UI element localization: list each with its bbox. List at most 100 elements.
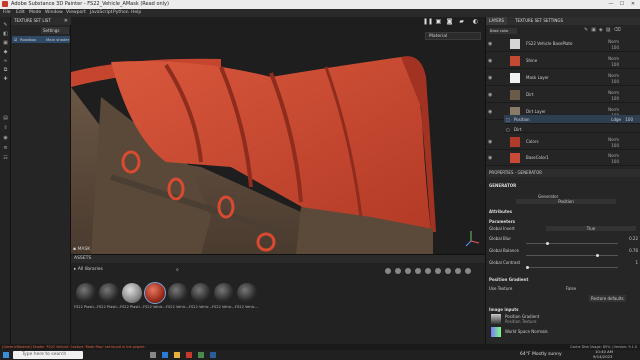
- asset-thumbnail[interactable]: [214, 283, 234, 303]
- effect-opacity[interactable]: 100: [625, 117, 633, 122]
- menu-file[interactable]: File: [3, 9, 11, 17]
- global-invert-dropdown[interactable]: True: [546, 226, 636, 231]
- tab-texture-set-settings[interactable]: TEXTURE SET SETTINGS: [512, 17, 566, 25]
- render-mode-icon[interactable]: ◐: [471, 18, 480, 25]
- layer-blend[interactable]: Norm: [608, 90, 619, 95]
- clock-date[interactable]: 9/14/2023: [593, 353, 612, 360]
- app-icon[interactable]: [210, 352, 216, 358]
- filter-material-icon[interactable]: [395, 268, 401, 274]
- bake-icon[interactable]: ▤: [2, 115, 9, 121]
- taskbar-search[interactable]: Type here to search: [13, 351, 83, 359]
- polygon-fill-icon[interactable]: ◆: [2, 49, 9, 55]
- layer-opacity[interactable]: 100: [611, 96, 619, 101]
- smudge-icon[interactable]: ≈: [2, 58, 9, 64]
- layer-row[interactable]: ◉ Shine Norm 100: [486, 54, 640, 69]
- global-contrast-slider[interactable]: [526, 265, 618, 269]
- filter-env-icon[interactable]: [445, 268, 451, 274]
- filter-brush-icon[interactable]: [425, 268, 431, 274]
- layer-tool-icons[interactable]: ✎▣◈▨⌫: [584, 27, 624, 33]
- file-explorer-icon[interactable]: [174, 352, 180, 358]
- asset-thumbnail[interactable]: [237, 283, 257, 303]
- slider-knob[interactable]: [526, 265, 529, 269]
- camera-icon[interactable]: ◉: [2, 135, 9, 141]
- substance-painter-icon[interactable]: [186, 352, 192, 358]
- position-gradient-section[interactable]: Position Gradient: [489, 277, 528, 282]
- screenshot-icon[interactable]: ▰: [457, 18, 466, 25]
- filter-smart-icon[interactable]: [405, 268, 411, 274]
- layer-blend[interactable]: Norm: [608, 153, 619, 158]
- filter-icon[interactable]: [385, 268, 391, 274]
- asset-thumbnail-selected[interactable]: [144, 282, 166, 304]
- parameters-section[interactable]: Parameters: [489, 219, 515, 224]
- menu-window[interactable]: Window: [45, 9, 63, 17]
- menu-javascript[interactable]: JavaScript: [90, 9, 113, 17]
- menu-help[interactable]: Help: [131, 9, 141, 17]
- attributes-section[interactable]: Attributes: [489, 209, 512, 214]
- eraser-icon[interactable]: ◧: [2, 31, 9, 37]
- layout-icon[interactable]: ▣: [434, 18, 443, 25]
- layer-opacity[interactable]: 100: [611, 45, 619, 50]
- layer-blend[interactable]: Norm: [608, 39, 619, 44]
- effect-blend[interactable]: Ldge: [611, 117, 621, 122]
- global-balance-slider[interactable]: [526, 253, 618, 257]
- eye-icon[interactable]: ◉: [488, 58, 492, 64]
- layer-row[interactable]: ◉ BaseColor1 Norm 100: [486, 151, 640, 166]
- param-value[interactable]: 0.76: [629, 248, 638, 253]
- layer-row[interactable]: ◉ Colors Norm 100: [486, 135, 640, 150]
- eye-icon[interactable]: ◉: [488, 75, 492, 81]
- settings-dropdown[interactable]: Settings: [41, 27, 69, 34]
- layer-row[interactable]: ◉ Dirt Norm 100: [486, 88, 640, 103]
- close-button[interactable]: ✕: [628, 0, 638, 9]
- layer-blend[interactable]: Norm: [608, 73, 619, 78]
- use-texture-dropdown[interactable]: False: [566, 286, 576, 291]
- param-value[interactable]: 1: [635, 260, 638, 265]
- layer-opacity[interactable]: 100: [611, 79, 619, 84]
- export-icon[interactable]: ⇪: [2, 125, 9, 131]
- image-inputs-section[interactable]: Image inputs: [489, 307, 519, 312]
- asset-thumbnail[interactable]: [122, 283, 142, 303]
- eye-icon[interactable]: ◉: [488, 41, 492, 47]
- edge-icon[interactable]: [162, 352, 168, 358]
- camera-icon[interactable]: ◙: [445, 18, 454, 25]
- menu-edit[interactable]: Edit: [16, 9, 25, 17]
- display-settings-icon[interactable]: ☷: [2, 155, 9, 161]
- layer-row[interactable]: ◉ Mask Layer Norm 100: [486, 71, 640, 86]
- slider-knob[interactable]: [546, 241, 550, 245]
- asset-thumbnail[interactable]: [168, 283, 188, 303]
- minimize-button[interactable]: —: [606, 0, 616, 9]
- effect-row[interactable]: ▢ Dirt: [504, 125, 640, 133]
- app-icon[interactable]: [198, 352, 204, 358]
- pause-icon[interactable]: ❚❚: [423, 18, 433, 25]
- layer-blend[interactable]: Norm: [608, 56, 619, 61]
- paint-brush-icon[interactable]: ✎: [2, 22, 9, 28]
- search-input[interactable]: ⌕: [176, 267, 241, 274]
- global-blur-slider[interactable]: [526, 241, 618, 245]
- windows-start-icon[interactable]: [3, 352, 9, 358]
- layer-opacity[interactable]: 100: [611, 159, 619, 164]
- asset-thumbnail[interactable]: [99, 283, 119, 303]
- task-view-icon[interactable]: [150, 352, 156, 358]
- restore-defaults-button[interactable]: Restore defaults: [589, 295, 626, 302]
- maximize-button[interactable]: ☐: [617, 0, 627, 9]
- image-input-thumbnail[interactable]: [491, 327, 501, 337]
- layer-blend[interactable]: Norm: [608, 107, 619, 112]
- close-icon[interactable]: ✕: [64, 17, 68, 25]
- eye-icon[interactable]: ◉: [488, 155, 492, 161]
- eye-icon[interactable]: ◉: [488, 139, 492, 145]
- layers-icon[interactable]: ≡: [2, 145, 9, 151]
- generator-selector[interactable]: Position: [516, 199, 616, 204]
- layer-opacity[interactable]: 100: [611, 143, 619, 148]
- eye-icon[interactable]: ◉: [488, 109, 492, 115]
- filter-alpha-icon[interactable]: [435, 268, 441, 274]
- eye-icon[interactable]: ◉: [488, 92, 492, 98]
- tab-layers[interactable]: LAYERS: [486, 17, 508, 25]
- slider-knob[interactable]: [595, 253, 599, 257]
- menu-viewport[interactable]: Viewport: [66, 9, 86, 17]
- param-value[interactable]: 0.22: [629, 236, 638, 241]
- filter-texture-icon[interactable]: [415, 268, 421, 274]
- channel-dropdown[interactable]: Base color: [489, 28, 517, 34]
- checkbox-icon[interactable]: ☑: [14, 36, 17, 43]
- layer-opacity[interactable]: 100: [611, 62, 619, 67]
- color-picker-icon[interactable]: ✚: [2, 76, 9, 82]
- filter-shader-icon[interactable]: [455, 268, 461, 274]
